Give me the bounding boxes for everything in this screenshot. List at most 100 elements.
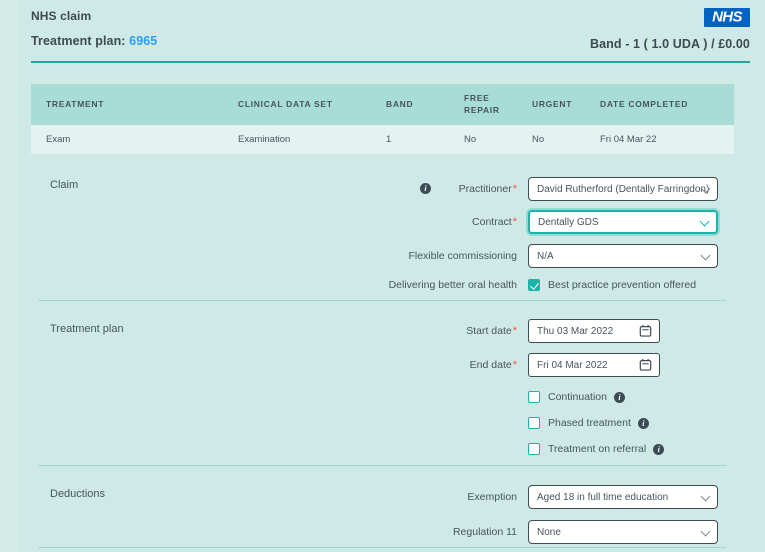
continuation-info-icon[interactable]: i — [614, 392, 625, 403]
exemption-select[interactable]: Aged 18 in full time education — [528, 485, 718, 509]
section-divider-treatment-plan — [38, 465, 726, 466]
delivering-better-oral-health-label: Delivering better oral health — [389, 279, 517, 291]
column-header-band: BAND — [386, 99, 464, 110]
contract-label-col: Contract* — [137, 210, 517, 234]
exemption-row: Exemption Aged 18 in full time education — [31, 485, 734, 509]
start-date-input[interactable]: Thu 03 Mar 2022 — [528, 319, 660, 343]
cell-urgent: No — [532, 134, 600, 145]
flexible-commissioning-label: Flexible commissioning — [408, 250, 517, 262]
page-header: NHS claim Treatment plan: 6965 NHS Band … — [18, 0, 765, 62]
start-date-value: Thu 03 Mar 2022 — [537, 326, 613, 337]
chevron-down-icon — [701, 492, 711, 502]
exemption-label: Exemption — [467, 491, 517, 503]
delivering-better-oral-health-row: Delivering better oral health Best pract… — [31, 273, 734, 297]
chevron-down-icon — [701, 251, 711, 261]
contract-value: Dentally GDS — [538, 217, 599, 228]
start-date-field-wrap: Thu 03 Mar 2022 — [528, 319, 660, 343]
end-date-label-col: End date* — [137, 353, 517, 377]
best-practice-prevention-checkbox[interactable] — [528, 279, 540, 291]
regulation-11-label: Regulation 11 — [453, 526, 517, 538]
nhs-logo: NHS — [704, 8, 750, 27]
treatment-on-referral-label: Treatment on referral — [548, 443, 646, 455]
best-practice-prevention-checkbox-row[interactable]: Best practice prevention offered — [528, 275, 696, 295]
contract-required-marker: * — [513, 216, 517, 228]
end-date-input[interactable]: Fri 04 Mar 2022 — [528, 353, 660, 377]
chevron-down-icon — [700, 217, 710, 227]
regulation-11-select-wrap: None — [528, 520, 718, 544]
table-row[interactable]: Exam Examination 1 No No Fri 04 Mar 22 — [31, 125, 734, 154]
end-date-row: End date* Fri 04 Mar 2022 — [31, 353, 734, 377]
regulation-11-label-col: Regulation 11 — [137, 520, 517, 544]
start-date-label: Start date* — [466, 325, 517, 337]
continuation-checkbox-row[interactable]: Continuation i — [528, 387, 625, 407]
column-header-free-repair: FREE REPAIR — [464, 93, 532, 116]
phased-treatment-label: Phased treatment — [548, 417, 631, 429]
regulation-11-select[interactable]: None — [528, 520, 718, 544]
page-title: NHS claim — [31, 9, 91, 23]
practitioner-value: David Rutherford (Dentally Farringdon) — [537, 184, 709, 195]
practitioner-required-marker: * — [513, 183, 517, 195]
nhs-logo-text: NHS — [712, 10, 742, 25]
practitioner-row: i Practitioner* David Rutherford (Dental… — [31, 177, 734, 201]
nhs-claim-page: NHS claim Treatment plan: 6965 NHS Band … — [0, 0, 765, 552]
claim-section: Claim i Practitioner* David Rutherford (… — [31, 165, 734, 296]
column-header-date-completed: DATE COMPLETED — [600, 99, 720, 110]
treatment-table: TREATMENT CLINICAL DATA SET BAND FREE RE… — [31, 84, 734, 154]
practitioner-select-wrap: David Rutherford (Dentally Farringdon) — [528, 177, 718, 201]
free-repair-line-1: FREE — [464, 93, 532, 104]
flexible-commissioning-row: Flexible commissioning N/A — [31, 244, 734, 268]
cell-treatment: Exam — [31, 134, 238, 145]
column-header-clinical-data-set: CLINICAL DATA SET — [238, 99, 386, 110]
end-date-required-marker: * — [513, 359, 517, 371]
start-date-row: Start date* Thu 03 Mar 2022 — [31, 319, 734, 343]
treatment-plan-heading: Treatment plan: 6965 — [31, 34, 157, 48]
table-header-row: TREATMENT CLINICAL DATA SET BAND FREE RE… — [31, 84, 734, 125]
contract-select-wrap: Dentally GDS — [528, 210, 718, 234]
regulation-11-row: Regulation 11 None — [31, 520, 734, 544]
section-divider-deductions — [38, 547, 726, 548]
best-practice-prevention-label: Best practice prevention offered — [548, 279, 696, 291]
flexible-commissioning-select[interactable]: N/A — [528, 244, 718, 268]
column-header-treatment: TREATMENT — [31, 99, 238, 110]
treatment-plan-label: Treatment plan: — [31, 34, 126, 48]
regulation-11-value: None — [537, 527, 561, 538]
calendar-icon[interactable] — [639, 324, 652, 337]
exemption-select-wrap: Aged 18 in full time education — [528, 485, 718, 509]
deductions-section: Deductions Exemption Aged 18 in full tim… — [31, 474, 734, 544]
cell-band: 1 — [386, 134, 464, 145]
end-date-label: End date* — [470, 359, 517, 371]
dboh-label-col: Delivering better oral health — [137, 273, 517, 297]
free-repair-line-2: REPAIR — [464, 105, 532, 116]
flexible-commissioning-label-col: Flexible commissioning — [137, 244, 517, 268]
practitioner-label: Practitioner* — [459, 183, 517, 195]
phased-treatment-checkbox-row[interactable]: Phased treatment i — [528, 413, 649, 433]
start-date-label-col: Start date* — [137, 319, 517, 343]
contract-select[interactable]: Dentally GDS — [528, 210, 718, 234]
left-gutter — [0, 0, 18, 552]
treatment-on-referral-checkbox-row[interactable]: Treatment on referral i — [528, 439, 664, 459]
phased-treatment-info-icon[interactable]: i — [638, 418, 649, 429]
treatment-plan-id-link[interactable]: 6965 — [129, 34, 157, 48]
end-date-field-wrap: Fri 04 Mar 2022 — [528, 353, 660, 377]
contract-label: Contract* — [472, 216, 517, 228]
header-divider — [31, 61, 750, 63]
continuation-checkbox[interactable] — [528, 391, 540, 403]
cell-clinical-data-set: Examination — [238, 134, 386, 145]
start-date-required-marker: * — [513, 325, 517, 337]
flexible-commissioning-value: N/A — [537, 251, 554, 262]
treatment-on-referral-checkbox[interactable] — [528, 443, 540, 455]
section-divider-claim — [38, 300, 726, 301]
phased-treatment-checkbox[interactable] — [528, 417, 540, 429]
band-summary: Band - 1 ( 1.0 UDA ) / £0.00 — [590, 37, 750, 51]
practitioner-select[interactable]: David Rutherford (Dentally Farringdon) — [528, 177, 718, 201]
column-header-urgent: URGENT — [532, 99, 600, 110]
treatment-on-referral-info-icon[interactable]: i — [653, 444, 664, 455]
end-date-value: Fri 04 Mar 2022 — [537, 360, 608, 371]
exemption-label-col: Exemption — [137, 485, 517, 509]
calendar-icon[interactable] — [639, 358, 652, 371]
practitioner-info-icon[interactable]: i — [420, 180, 431, 198]
practitioner-label-col: i Practitioner* — [137, 177, 517, 201]
cell-date-completed: Fri 04 Mar 22 — [600, 134, 720, 145]
flexible-commissioning-select-wrap: N/A — [528, 244, 718, 268]
continuation-label: Continuation — [548, 391, 607, 403]
